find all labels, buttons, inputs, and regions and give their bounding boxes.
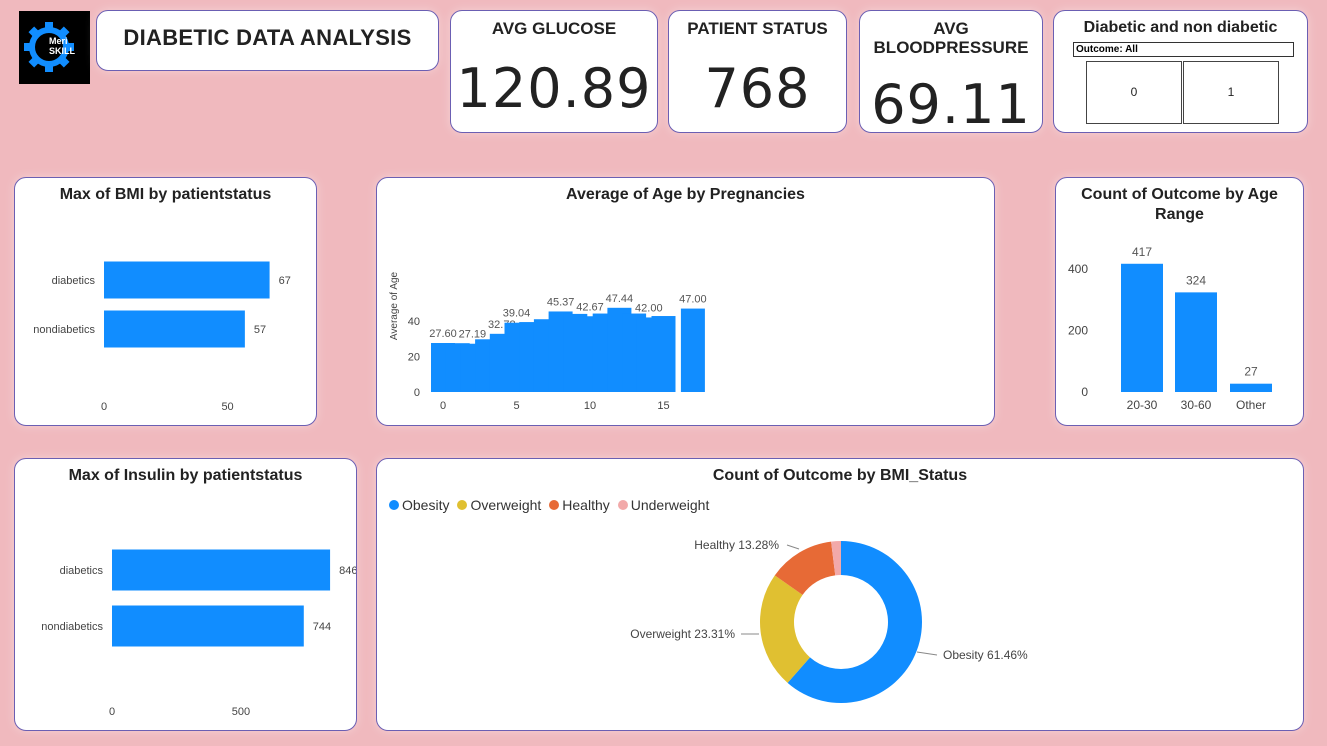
y-tick-label: 400: [1068, 262, 1088, 276]
kpi-card-avg-glucose: AVG GLUCOSE 120.89: [450, 10, 658, 133]
bar-nondiabetics: [112, 605, 304, 647]
x-tick-label: 50: [221, 401, 233, 413]
bar-20-30: [1121, 263, 1163, 392]
kpi-value: 768: [704, 57, 811, 120]
bar-nondiabetics: [104, 310, 245, 348]
bmi-chart-card: Max of BMI by patientstatus diabetics 67 n…: [14, 177, 317, 426]
bar-30-60: [1175, 292, 1217, 392]
x-tick-label: 10: [584, 400, 596, 412]
slicer-option-1[interactable]: 1: [1183, 61, 1279, 124]
leader-line: [916, 651, 938, 656]
kpi-label-line1: AVG: [933, 19, 969, 38]
data-label: 846: [339, 565, 356, 577]
kpi-value: 120.89: [456, 57, 652, 120]
age-chart-card: Average of Age by Pregnancies 27.60 27.19…: [376, 177, 995, 426]
meriskill-logo: Meri SKILL: [19, 11, 90, 84]
bar-diabetics: [112, 549, 331, 591]
data-label: 744: [313, 621, 331, 633]
slice-label: Overweight 23.31%: [630, 627, 735, 641]
category-label: diabetics: [52, 275, 96, 287]
dashboard-title-card: DIABETIC DATA ANALYSIS: [96, 10, 439, 71]
bmi-chart: diabetics 67 nondiabetics 57 0 50: [33, 261, 291, 413]
agerange-chart-card: Count of Outcome by Age Range 417 20-30 32…: [1055, 177, 1304, 426]
logo-text-skill: SKILL: [49, 46, 76, 56]
data-label: 42.67: [576, 301, 604, 313]
data-label: 47.00: [679, 294, 707, 306]
y-axis-title: Average of Age: [389, 271, 400, 340]
slice-label: Obesity 61.46%: [943, 648, 1028, 662]
bar-diabetics: [104, 261, 270, 299]
category-label: 30-60: [1181, 398, 1212, 412]
kpi-label: AVG GLUCOSE: [491, 19, 617, 38]
insulin-chart-card: Max of Insulin by patientstatus diabetic…: [14, 458, 357, 731]
kpi-value: 69.11: [871, 73, 1031, 136]
kpi-card-patient-status: PATIENT STATUS 768: [668, 10, 847, 133]
category-label: diabetics: [60, 565, 104, 577]
data-label: 27.19: [459, 329, 487, 341]
category-label: Other: [1236, 398, 1266, 412]
data-label: 417: [1132, 245, 1152, 259]
data-label: 45.37: [547, 296, 575, 308]
bar-pregnancies-17: [680, 308, 705, 392]
kpi-label: PATIENT STATUS: [687, 19, 828, 38]
bmistatus-chart-card: Count of Outcome by BMI_Status Obesity O…: [376, 458, 1304, 731]
category-label: nondiabetics: [33, 324, 95, 336]
leader-line: [786, 544, 800, 550]
y-tick-label: 0: [1081, 385, 1088, 399]
category-label: 20-30: [1127, 398, 1158, 412]
bar-Other: [1230, 383, 1272, 392]
bar-pregnancies-15: [651, 316, 676, 392]
data-label: 27: [1244, 365, 1258, 379]
x-tick-label: 15: [657, 400, 669, 412]
kpi-label-line2: BLOODPRESSURE: [873, 38, 1029, 57]
data-label: 42.00: [635, 302, 663, 314]
data-label: 39.04: [503, 308, 531, 320]
slicer-option-0[interactable]: 0: [1086, 61, 1182, 124]
gear-icon: Meri SKILL: [24, 22, 76, 72]
y-tick-label: 0: [414, 387, 420, 399]
category-label: nondiabetics: [41, 621, 103, 633]
data-label: 324: [1186, 273, 1206, 287]
page-title: DIABETIC DATA ANALYSIS: [123, 25, 412, 50]
kpi-card-avg-bloodpressure: AVG BLOODPRESSURE 69.11: [859, 10, 1043, 136]
age-chart: 27.60 27.1932.7839.0445.37 42.6747.4442.00…: [389, 271, 707, 412]
bmistatus-donut-chart: Obesity 61.46% Overweight 23.31% Healthy 1…: [630, 538, 1028, 703]
data-label: 67: [279, 275, 291, 287]
data-label: 57: [254, 324, 266, 336]
outcome-slicer: Diabetic and non diabetic Outcome: All 0…: [1053, 10, 1308, 133]
y-tick-label: 200: [1068, 324, 1088, 338]
logo-text-meri: Meri: [49, 36, 68, 46]
x-tick-label: 0: [109, 706, 115, 718]
y-tick-label: 20: [408, 352, 420, 364]
x-tick-label: 500: [232, 706, 250, 718]
data-label: 27.60: [429, 328, 457, 340]
data-label: 47.44: [606, 293, 634, 305]
x-tick-label: 5: [513, 400, 519, 412]
slice-label: Healthy 13.28%: [694, 538, 779, 552]
x-tick-label: 0: [101, 401, 107, 413]
agerange-chart: 417 20-30 324 30-60 27 Other 0 200 400: [1068, 245, 1272, 412]
y-tick-label: 40: [408, 316, 420, 328]
insulin-chart: diabetics 846 nondiabetics 744 0 500: [41, 549, 356, 718]
slicer-title: Diabetic and non diabetic: [1083, 19, 1278, 36]
slicer-header[interactable]: Outcome: All: [1073, 42, 1294, 57]
x-tick-label: 0: [440, 400, 446, 412]
